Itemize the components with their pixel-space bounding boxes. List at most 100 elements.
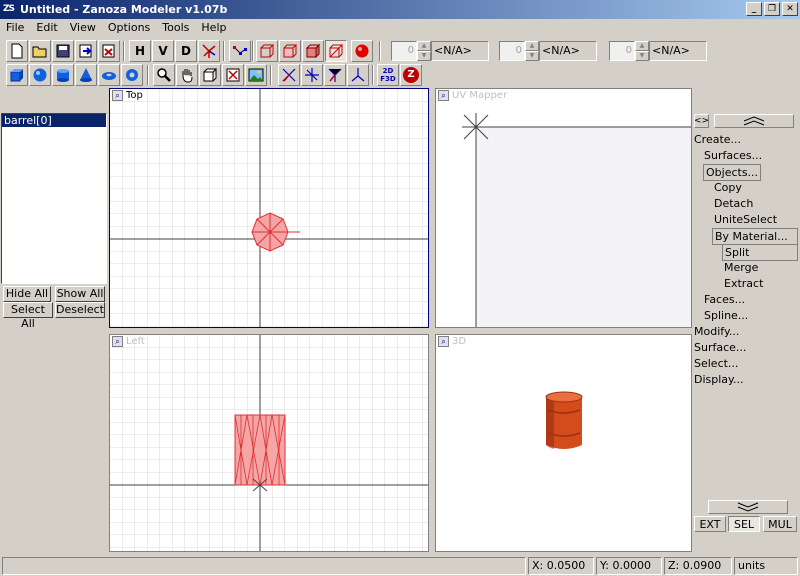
view-h-button[interactable]: H — [129, 40, 151, 62]
create-cylinder-button[interactable] — [52, 64, 74, 86]
menu-help[interactable]: Help — [195, 19, 232, 37]
hide-all-button[interactable]: Hide All — [3, 286, 51, 302]
menu-surface[interactable]: Surface... — [694, 340, 746, 355]
create-cone-button[interactable] — [75, 64, 97, 86]
axes-button[interactable] — [198, 40, 220, 62]
box-solid-button[interactable] — [279, 40, 301, 62]
scroll-up-button[interactable] — [714, 114, 794, 128]
toolbar-separator — [223, 41, 225, 61]
menu-file[interactable]: File — [0, 19, 30, 37]
spinner-value[interactable]: 0 — [499, 41, 525, 61]
menu-by-material[interactable]: By Material... — [712, 228, 798, 245]
minimize-button[interactable]: _ — [746, 2, 762, 16]
viewport-uv-mapper[interactable]: ⌕ UV Mapper — [435, 88, 692, 328]
status-units: units — [734, 557, 798, 575]
open-file-button[interactable] — [29, 40, 51, 62]
menu-detach[interactable]: Detach — [714, 196, 753, 211]
menu-display[interactable]: Display... — [694, 372, 743, 387]
torus-primitive-icon — [102, 72, 116, 80]
mode-ext-button[interactable]: EXT — [694, 516, 726, 532]
3d-canvas — [545, 391, 583, 449]
render-button[interactable] — [351, 40, 373, 62]
mode-2d-label: 2D — [382, 67, 394, 75]
mirror-tool-button[interactable] — [347, 64, 369, 86]
folder-open-icon — [32, 46, 47, 58]
rotate-view-button[interactable] — [199, 64, 221, 86]
top-view-canvas — [110, 89, 428, 327]
move-axes-icon — [282, 68, 296, 82]
scale-tool-button[interactable] — [324, 64, 346, 86]
menu-surfaces[interactable]: Surfaces... — [704, 148, 762, 163]
zoom-button[interactable] — [153, 64, 175, 86]
z-button[interactable]: Z — [400, 64, 422, 86]
box-select-button[interactable] — [325, 40, 347, 62]
menu-merge[interactable]: Merge — [724, 260, 758, 275]
viewport-top[interactable]: ⌕ Top — [109, 88, 429, 328]
menu-spline[interactable]: Spline... — [704, 308, 748, 323]
panel-toggle-button[interactable]: <> — [694, 114, 709, 128]
main-toolbar: H V D 0 ▲ ▼ <N/A> 0 ▲ ▼ <N/A> 0 ▲ ▼ <N/A> — [0, 38, 800, 64]
menu-options[interactable]: Options — [102, 19, 156, 37]
deselect-button[interactable]: Deselect — [55, 302, 105, 318]
new-file-button[interactable] — [6, 40, 28, 62]
spinner-value[interactable]: 0 — [391, 41, 417, 61]
view-v-button[interactable]: V — [152, 40, 174, 62]
save-button[interactable] — [52, 40, 74, 62]
viewport-title: ⌕ Left — [112, 336, 145, 347]
menu-select[interactable]: Select... — [694, 356, 738, 371]
mode-sel-button[interactable]: SEL — [728, 516, 760, 532]
view-d-button[interactable]: D — [175, 40, 197, 62]
spinner-arrows[interactable]: ▲ ▼ — [525, 41, 539, 61]
create-box-button[interactable] — [6, 64, 28, 86]
cube-wire-icon — [260, 44, 275, 58]
list-item[interactable]: barrel[0] — [2, 114, 106, 127]
create-torus-button[interactable] — [98, 64, 120, 86]
cube-shaded-icon — [305, 43, 321, 59]
viewport-menu-icon[interactable]: ⌕ — [112, 336, 123, 347]
menu-edit[interactable]: Edit — [30, 19, 63, 37]
viewport-menu-icon[interactable]: ⌕ — [112, 90, 123, 101]
cube-solid-icon — [283, 44, 298, 58]
toolbar-separator — [379, 41, 381, 61]
show-all-button[interactable]: Show All — [55, 286, 105, 302]
menu-split[interactable]: Split — [722, 244, 798, 261]
mode-mul-button[interactable]: MUL — [763, 516, 797, 532]
menu-uniteselect[interactable]: UniteSelect — [714, 212, 777, 227]
mode-2d-3d-button[interactable]: 2D F3D — [377, 64, 399, 86]
object-list[interactable]: barrel[0] — [1, 113, 107, 284]
rotate-tool-button[interactable] — [301, 64, 323, 86]
menu-modify[interactable]: Modify... — [694, 324, 739, 339]
menu-copy[interactable]: Copy — [714, 180, 742, 195]
vertex-button[interactable] — [229, 40, 251, 62]
region-select-button[interactable] — [222, 64, 244, 86]
spinner-arrows[interactable]: ▲ ▼ — [635, 41, 649, 61]
double-chevron-up-icon — [743, 116, 765, 126]
menu-extract[interactable]: Extract — [724, 276, 763, 291]
import-button[interactable] — [75, 40, 97, 62]
create-tube-button[interactable] — [121, 64, 143, 86]
menu-faces[interactable]: Faces... — [704, 292, 745, 307]
box-wire-button[interactable] — [256, 40, 278, 62]
menu-create[interactable]: Create... — [694, 132, 741, 147]
select-all-button[interactable]: Select All — [3, 302, 53, 330]
pan-button[interactable] — [176, 64, 198, 86]
texture-button[interactable] — [245, 64, 267, 86]
export-button[interactable] — [98, 40, 120, 62]
viewport-menu-icon[interactable]: ⌕ — [438, 336, 449, 347]
param-spinner-2: 0 ▲ ▼ <N/A> — [499, 41, 597, 61]
menu-objects[interactable]: Objects... — [703, 164, 762, 181]
viewport-left[interactable]: ⌕ Left — [109, 334, 429, 552]
spinner-value[interactable]: 0 — [609, 41, 635, 61]
close-button[interactable]: ✕ — [782, 2, 798, 16]
spinner-arrows[interactable]: ▲ ▼ — [417, 41, 431, 61]
move-tool-button[interactable] — [278, 64, 300, 86]
menu-tools[interactable]: Tools — [156, 19, 195, 37]
create-sphere-button[interactable] — [29, 64, 51, 86]
box-shaded-button[interactable] — [302, 40, 324, 62]
restore-button[interactable]: ❐ — [764, 2, 780, 16]
menu-view[interactable]: View — [64, 19, 102, 37]
menu-bar: File Edit View Options Tools Help — [0, 19, 800, 37]
viewport-3d[interactable]: ⌕ 3D — [435, 334, 692, 552]
viewport-menu-icon[interactable]: ⌕ — [438, 90, 449, 101]
scroll-down-button[interactable] — [708, 500, 788, 514]
